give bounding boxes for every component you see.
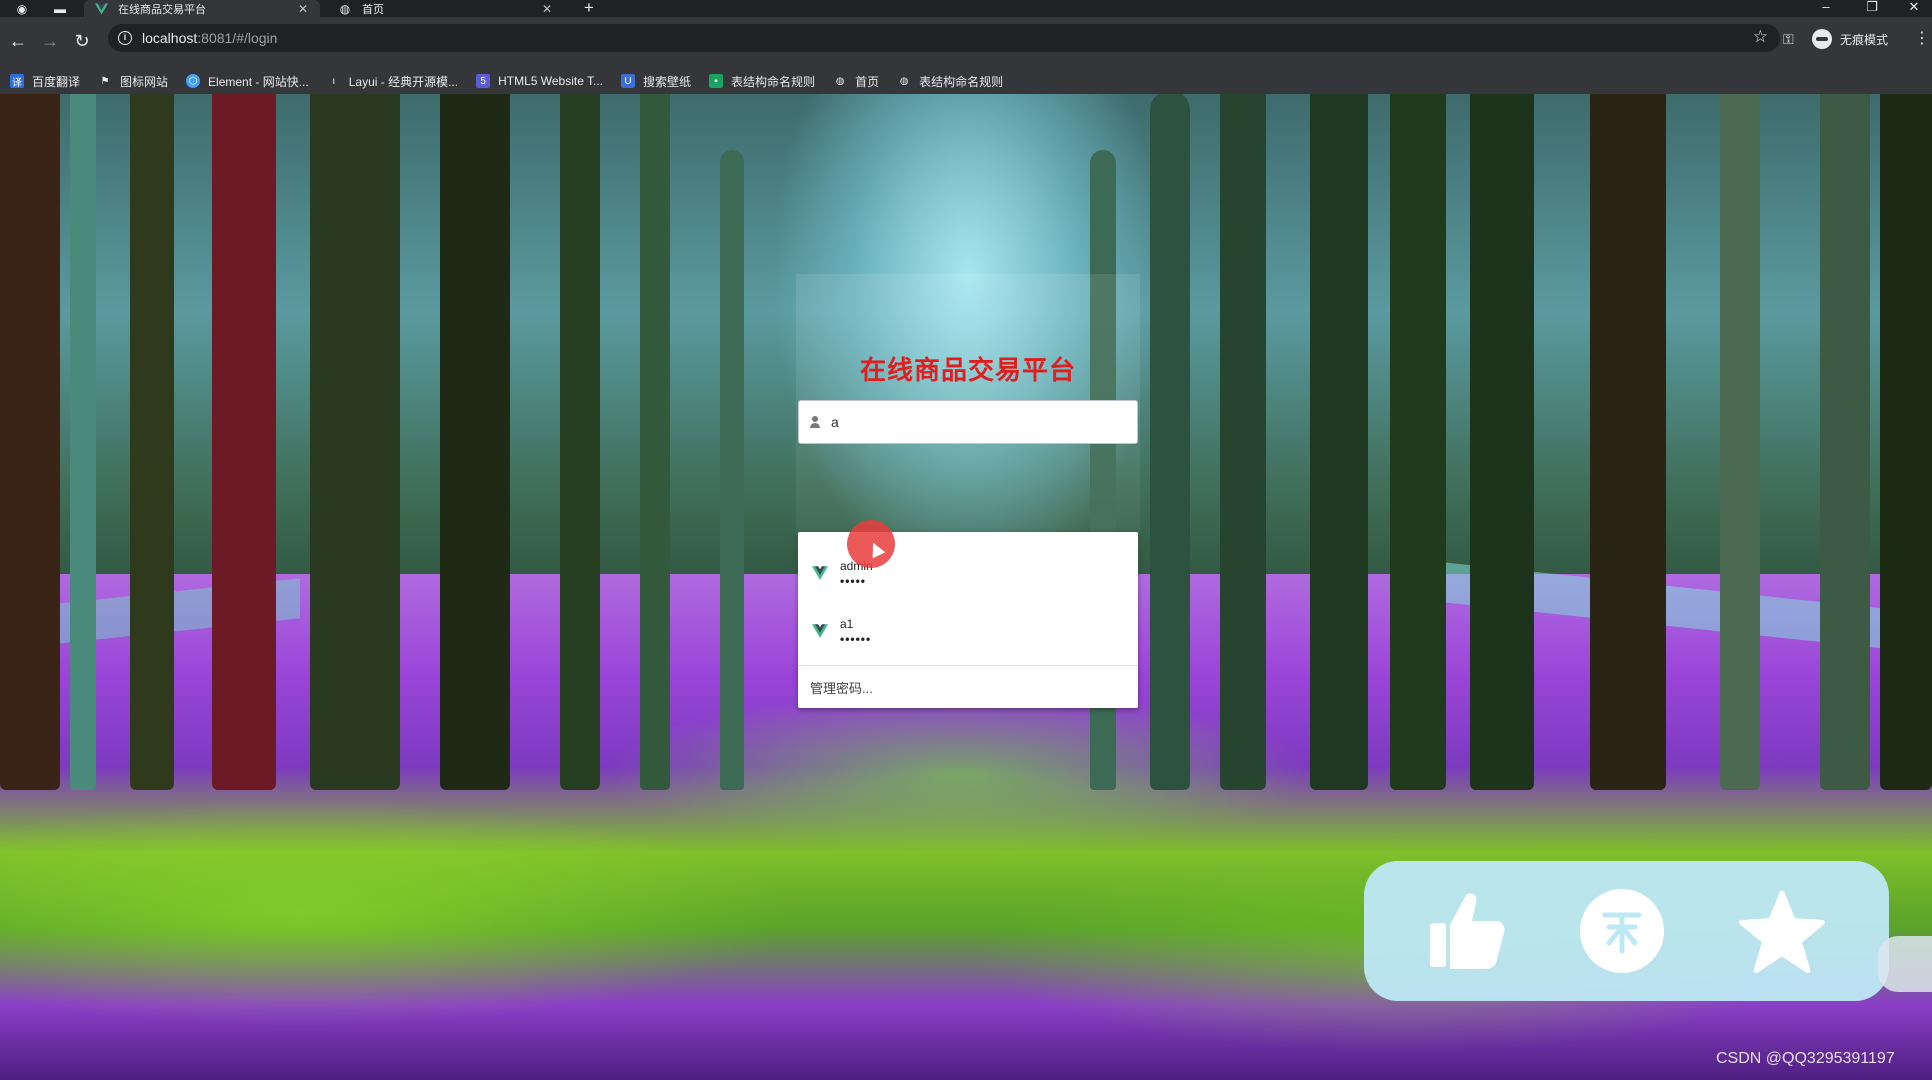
restore-button[interactable]: ❐ <box>1852 0 1892 17</box>
flag-icon: ⚑ <box>100 75 110 87</box>
globe-icon: ◍ <box>835 75 845 87</box>
element-icon: ⬡ <box>186 74 201 88</box>
username-value: a <box>831 414 839 430</box>
bookmark-item[interactable]: ⬡ Element - 网站快... <box>186 73 309 90</box>
incognito-icon <box>1812 29 1832 49</box>
key-icon[interactable]: ⚿ <box>1783 31 1794 48</box>
bookmark-item[interactable]: U 搜索壁纸 <box>621 73 691 90</box>
url-host: localhost <box>142 30 198 46</box>
login-title: 在线商品交易平台 <box>859 355 1076 385</box>
more-menu-icon[interactable]: ⋮ <box>1914 28 1930 50</box>
bookmark-item[interactable]: ◍ 首页 <box>833 73 879 90</box>
manage-passwords-link[interactable]: 管理密码... <box>810 678 873 697</box>
bookmark-item[interactable]: 译百度翻译 <box>10 73 80 90</box>
address-bar[interactable]: i localhost:8081/#/login ☆ <box>108 24 1780 52</box>
suggestion-password: •••••• <box>840 632 872 646</box>
tree <box>640 94 670 790</box>
tree <box>1310 94 1368 790</box>
watermark: CSDN @QQ3295391197 <box>1716 1050 1895 1067</box>
tree <box>1220 94 1266 790</box>
reload-button[interactable]: ↻ <box>72 31 92 51</box>
login-form: 在线商品交易平台 a <box>796 274 1140 582</box>
layui-icon: ι <box>332 75 335 87</box>
tree <box>130 94 174 790</box>
coin-icon[interactable] <box>1574 883 1670 979</box>
tree <box>1150 94 1190 790</box>
wallpaper-icon: U <box>621 74 636 88</box>
globe-icon: ◍ <box>339 1 351 16</box>
minimize-button[interactable]: – <box>1806 0 1846 17</box>
suggestion-password: ••••• <box>840 574 867 588</box>
html5-icon: 5 <box>476 74 491 88</box>
tab-search-icon[interactable]: ▬ <box>52 1 68 16</box>
password-autofill-dropdown: admin ••••• a1 •••••• 管理密码... <box>798 532 1138 708</box>
bookmark-item[interactable]: ◍ 表结构命名规则 <box>897 73 1003 90</box>
tree <box>560 94 600 790</box>
side-widget-tab[interactable] <box>1878 936 1932 992</box>
tree <box>1390 94 1446 790</box>
back-button[interactable]: ← <box>8 31 28 51</box>
tree <box>1590 94 1666 790</box>
star-icon[interactable] <box>1734 883 1830 979</box>
divider <box>798 665 1138 666</box>
lamp-post <box>70 94 96 790</box>
username-input[interactable]: a <box>798 400 1138 444</box>
new-tab-button[interactable]: + <box>580 0 598 17</box>
tree <box>440 94 510 790</box>
url-path: :8081/#/login <box>197 30 278 46</box>
tree <box>1470 94 1534 790</box>
chrome-logo-icon[interactable]: ◉ <box>14 1 30 16</box>
close-tab-icon[interactable]: ✕ <box>296 2 310 16</box>
tree <box>1720 94 1760 790</box>
tab-strip: ◉ ▬ 在线商品交易平台 ✕ ◍ 首页 ✕ + – ❐ ✕ <box>0 0 1932 17</box>
social-action-bar <box>1364 861 1889 1001</box>
bookmark-item[interactable]: ι Layui - 经典开源模... <box>327 73 458 90</box>
suggestion-username: a1 <box>840 617 854 631</box>
profile-button[interactable]: 无痕模式 <box>1812 26 1888 52</box>
tree <box>1820 94 1870 790</box>
close-window-button[interactable]: ✕ <box>1896 0 1932 17</box>
site-info-icon[interactable]: i <box>118 31 132 45</box>
tree <box>0 94 60 790</box>
tree <box>1880 94 1932 790</box>
tree <box>720 150 744 790</box>
profile-label: 无痕模式 <box>1840 32 1889 47</box>
user-icon <box>809 416 821 428</box>
browser-toolbar: ← → ↻ i localhost:8081/#/login ☆ ⚿ 无痕模式 … <box>0 17 1932 68</box>
bookmark-item[interactable]: ▪ 表结构命名规则 <box>709 73 815 90</box>
bookmark-item[interactable]: 5 HTML5 Website T... <box>476 74 603 88</box>
vue-icon <box>812 566 828 580</box>
globe-icon: ◍ <box>899 75 909 87</box>
bookmark-star-icon[interactable]: ☆ <box>1753 27 1768 47</box>
thumbs-up-icon[interactable] <box>1418 883 1514 979</box>
bookmark-item[interactable]: ⚑ 图标网站 <box>98 73 169 90</box>
vue-icon <box>812 624 828 638</box>
bookmark-green-icon: ▪ <box>709 74 724 88</box>
autofill-suggestion[interactable]: a1 •••••• <box>798 602 1138 660</box>
bookmarks-bar: 译百度翻译 ⚑ 图标网站 ⬡ Element - 网站快... ι Layui - 经… <box>0 68 1932 94</box>
baidu-translate-icon: 译 <box>10 74 24 89</box>
vue-icon <box>94 2 108 16</box>
tab-login[interactable]: 在线商品交易平台 ✕ <box>84 0 320 17</box>
tree <box>310 94 400 790</box>
tab-title: 首页 <box>362 3 384 16</box>
forward-button[interactable]: → <box>40 31 60 51</box>
tab-title: 在线商品交易平台 <box>118 3 206 16</box>
close-tab-icon[interactable]: ✕ <box>540 2 554 16</box>
tab-home[interactable]: ◍ 首页 ✕ <box>328 0 564 17</box>
tree <box>212 94 276 790</box>
